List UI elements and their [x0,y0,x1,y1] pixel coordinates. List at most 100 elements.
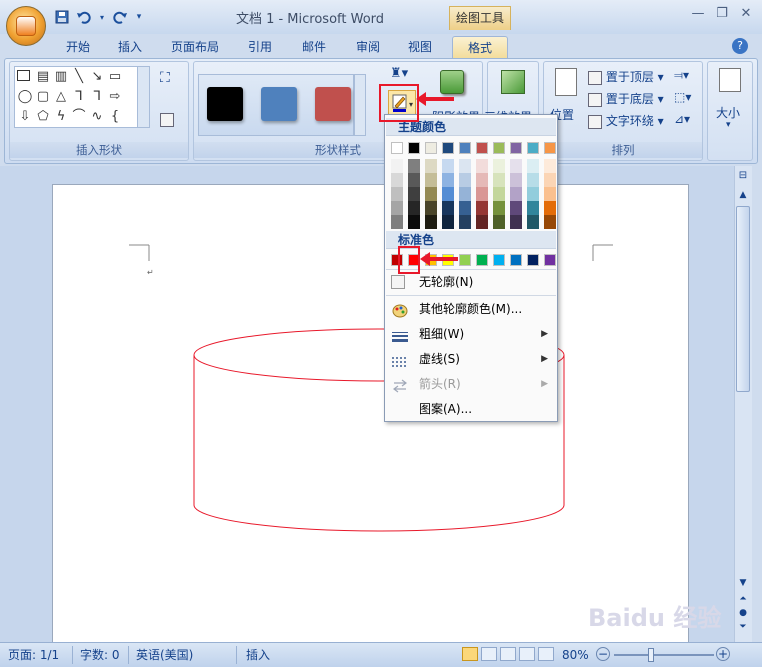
standard-color-swatch[interactable] [459,254,471,266]
theme-shade-swatch[interactable] [510,201,522,215]
theme-shade-swatch[interactable] [476,173,488,187]
theme-shade-swatch[interactable] [391,159,403,173]
theme-shade-swatch[interactable] [391,173,403,187]
rectangle-shape-icon[interactable]: ▭ [107,70,123,84]
word-count[interactable]: 字数: 0 [80,647,120,663]
theme-shade-swatch[interactable] [425,173,437,187]
zoom-slider-thumb[interactable] [648,648,654,662]
text-box-icon[interactable] [160,112,174,127]
theme-shade-swatch[interactable] [425,187,437,201]
scroll-thumb[interactable] [736,206,750,392]
theme-shade-swatch[interactable] [408,215,420,229]
arrow-line-icon[interactable]: ↘ [89,70,105,84]
vertical-scrollbar[interactable]: ⊟ ▲ ▼ ⏶ ● ⏷ [734,166,752,642]
theme-shade-swatch[interactable] [408,187,420,201]
styles-gallery-scroll[interactable] [354,74,366,136]
zoom-in-icon[interactable]: + [716,647,730,661]
size-button[interactable]: 大小 ▾ [710,66,750,136]
theme-color-swatch[interactable] [527,142,539,154]
theme-shade-swatch[interactable] [544,215,556,229]
theme-shade-swatch[interactable] [408,173,420,187]
theme-shade-swatch[interactable] [544,201,556,215]
theme-shade-swatch[interactable] [527,159,539,173]
theme-shade-swatch[interactable] [425,215,437,229]
theme-shade-swatch[interactable] [493,187,505,201]
theme-color-swatch[interactable] [442,142,454,154]
tab-page-layout[interactable]: 页面布局 [166,36,224,58]
theme-shade-swatch[interactable] [527,173,539,187]
pentagon-shape-icon[interactable]: ⬠ [35,110,51,124]
shapes-gallery[interactable]: ▤ ▥ ╲ ↘ ▭ ◯ ▢ △ ⅂ ᒣ ⇨ ⇩ ⬠ ϟ ⌒ ∿ { [14,66,150,128]
down-arrow-shape-icon[interactable]: ⇩ [17,110,33,124]
brace-shape-icon[interactable]: { [107,110,123,124]
bring-to-front-button[interactable]: 置于顶层 ▾ [588,68,664,85]
curve-shape-icon[interactable]: ⌒ [71,110,87,124]
theme-shade-swatch[interactable] [459,187,471,201]
weight-item[interactable]: 粗细(W) ▶ [386,322,556,346]
tab-mailings[interactable]: 邮件 [294,36,334,58]
lightning-shape-icon[interactable]: ϟ [53,110,69,124]
theme-color-swatch[interactable] [408,142,420,154]
rounded-rect-icon[interactable]: ▢ [35,90,51,104]
theme-shade-swatch[interactable] [391,187,403,201]
shape-fill-icon[interactable]: ♜▾ [390,66,408,81]
theme-shade-swatch[interactable] [425,159,437,173]
theme-shade-swatch[interactable] [476,215,488,229]
standard-color-swatch[interactable] [510,254,522,266]
textbox-shape-icon[interactable] [17,70,30,81]
theme-shade-swatch[interactable] [442,187,454,201]
theme-shade-swatch[interactable] [442,215,454,229]
tab-view[interactable]: 视图 [400,36,440,58]
theme-shade-swatch[interactable] [544,187,556,201]
standard-color-swatch[interactable] [493,254,505,266]
theme-shade-swatch[interactable] [493,215,505,229]
insert-mode[interactable]: 插入 [246,647,270,663]
theme-color-swatch[interactable] [476,142,488,154]
dashes-item[interactable]: 虚线(S) ▶ [386,347,556,371]
draft-view-icon[interactable] [538,647,554,661]
theme-color-swatch[interactable] [493,142,505,154]
theme-shade-swatch[interactable] [493,201,505,215]
freeform-shape-icon[interactable]: ∿ [89,110,105,124]
theme-shade-swatch[interactable] [459,215,471,229]
standard-color-swatch[interactable] [544,254,556,266]
language-indicator[interactable]: 英语(美国) [136,647,193,663]
theme-color-swatch[interactable] [425,142,437,154]
oval-shape-icon[interactable]: ◯ [17,90,33,104]
elbow-arrow-icon[interactable]: ᒣ [89,90,105,104]
select-browse-object-icon[interactable]: ● [737,608,749,620]
theme-shade-swatch[interactable] [510,187,522,201]
tab-insert[interactable]: 插入 [110,36,150,58]
theme-shade-swatch[interactable] [442,173,454,187]
standard-color-swatch[interactable] [527,254,539,266]
text-wrap-button[interactable]: 文字环绕 ▾ [588,112,664,129]
rotate-icon[interactable]: ⊿▾ [674,112,690,126]
theme-shade-swatch[interactable] [442,201,454,215]
style-swatch-blue[interactable] [261,87,297,121]
tab-references[interactable]: 引用 [240,36,280,58]
edit-shape-icon[interactable]: ⛶ [160,70,170,86]
style-swatch-red[interactable] [315,87,351,121]
vertical-textbox-icon[interactable]: ▥ [53,70,69,84]
full-screen-reading-icon[interactable] [481,647,497,661]
theme-shade-swatch[interactable] [408,159,420,173]
theme-shade-swatch[interactable] [442,159,454,173]
tab-format[interactable]: 格式 [452,36,508,58]
theme-shade-swatch[interactable] [493,159,505,173]
restore-icon[interactable]: ❐ [712,6,732,22]
theme-shade-swatch[interactable] [544,159,556,173]
theme-color-swatch[interactable] [459,142,471,154]
print-layout-icon[interactable] [462,647,478,661]
tab-review[interactable]: 审阅 [348,36,388,58]
ruler-toggle-icon[interactable]: ⊟ [737,170,749,184]
theme-shade-swatch[interactable] [408,201,420,215]
scroll-down-icon[interactable]: ▼ [737,578,749,592]
theme-shade-swatch[interactable] [425,201,437,215]
elbow-connector-icon[interactable]: ⅂ [71,90,87,104]
pattern-item[interactable]: 图案(A)... [386,397,556,421]
textbox-a-icon[interactable]: ▤ [35,70,51,84]
shape-styles-gallery[interactable] [198,74,354,136]
theme-shade-swatch[interactable] [391,201,403,215]
theme-shade-swatch[interactable] [527,201,539,215]
next-page-icon[interactable]: ⏷ [737,622,749,634]
